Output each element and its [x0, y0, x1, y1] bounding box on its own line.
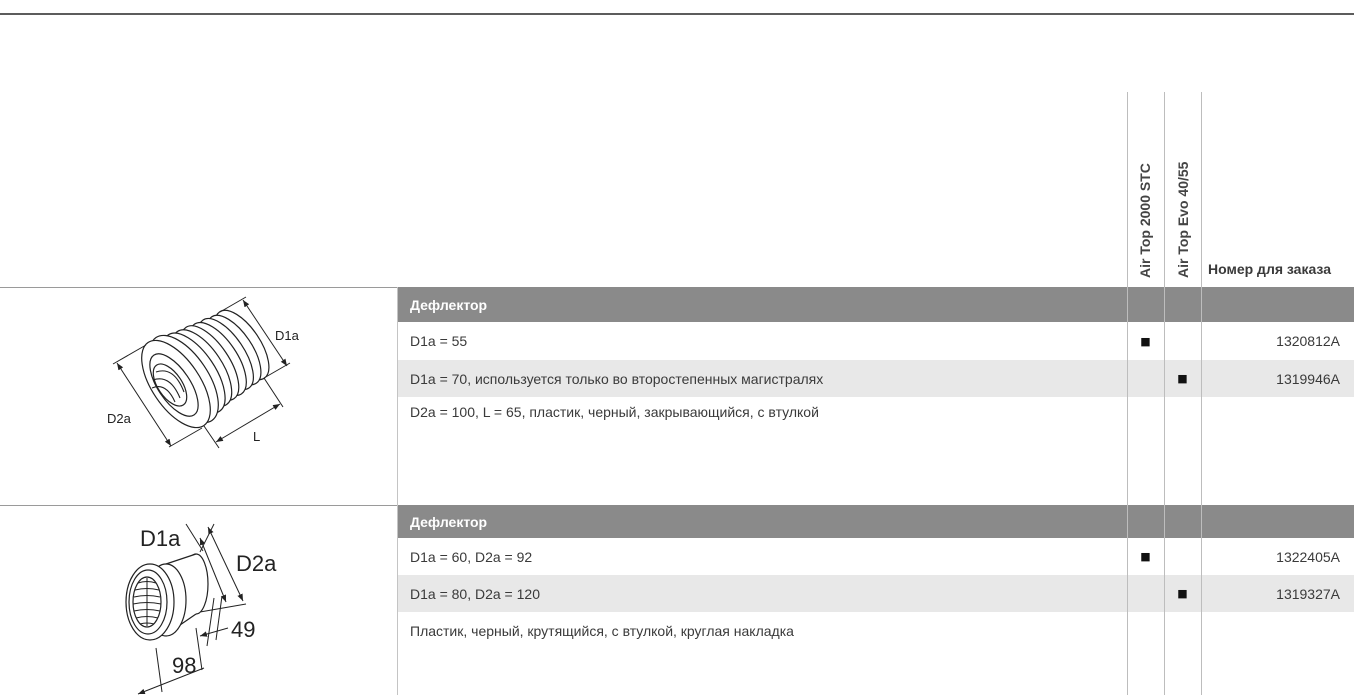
- deflector-rotating-drawing: D1a D2a 49 98: [125, 523, 277, 695]
- column-header-air-top-evo-40-55: Air Top Evo 40/55: [1175, 161, 1191, 278]
- dimension-label-l: L: [253, 429, 260, 444]
- table-row: D1a = 70, используется только во второст…: [397, 360, 1354, 397]
- section-header: Дефлектор: [397, 287, 1354, 322]
- compatibility-mark-air-top-2000-stc: [1127, 575, 1164, 612]
- row-description: D1a = 80, D2a = 120: [410, 585, 540, 602]
- order-number: 1319327A: [1276, 585, 1340, 602]
- deflector-closable-drawing: D1a D2a L: [107, 296, 300, 449]
- product-note: D2a = 100, L = 65, пластик, черный, закр…: [397, 397, 1354, 505]
- compatibility-mark-air-top-2000-stc: [1127, 360, 1164, 397]
- column-divider: [1201, 92, 1202, 695]
- dimension-label-d1a: D1a: [140, 526, 181, 551]
- order-number: 1319946A: [1276, 370, 1340, 387]
- product-note-text: Пластик, черный, крутящийся, с втулкой, …: [410, 623, 794, 639]
- top-rule: [0, 13, 1354, 15]
- dimension-label-d1a: D1a: [275, 328, 300, 343]
- compatibility-mark-air-top-evo-40-55: ■: [1177, 587, 1188, 600]
- table-row: D1a = 80, D2a = 120 ■ 1319327A: [397, 575, 1354, 612]
- row-description: D1a = 55: [410, 333, 468, 349]
- section-title: Дефлектор: [410, 513, 488, 530]
- row-description: D1a = 70, используется только во второст…: [410, 370, 824, 387]
- column-header-order-number: Номер для заказа: [1208, 261, 1331, 277]
- section-title: Дефлектор: [410, 296, 488, 313]
- deflector-face: [125, 563, 175, 641]
- dimension-label-49: 49: [231, 617, 255, 642]
- compatibility-mark-air-top-2000-stc: ■: [1140, 334, 1151, 348]
- product-note: Пластик, черный, крутящийся, с втулкой, …: [397, 612, 1354, 695]
- row-description: D1a = 60, D2a = 92: [410, 548, 533, 565]
- table-row: D1a = 60, D2a = 92 ■ 1322405A: [397, 538, 1354, 575]
- dimension-label-98: 98: [172, 653, 196, 678]
- table-left-border: [397, 287, 398, 695]
- section-header: Дефлектор: [397, 505, 1354, 538]
- order-number: 1322405A: [1276, 548, 1340, 565]
- compatibility-mark-air-top-2000-stc: ■: [1140, 550, 1151, 563]
- section-divider: [0, 287, 397, 288]
- section-divider: [0, 505, 397, 506]
- compatibility-mark-air-top-evo-40-55: [1164, 322, 1201, 360]
- column-divider: [1127, 92, 1128, 695]
- product-note-text: D2a = 100, L = 65, пластик, черный, закр…: [410, 404, 819, 420]
- dimension-label-d2a: D2a: [236, 551, 277, 576]
- column-header-air-top-2000-stc: Air Top 2000 STC: [1137, 163, 1153, 278]
- column-divider: [1164, 92, 1165, 695]
- compatibility-mark-air-top-evo-40-55: ■: [1177, 372, 1188, 385]
- order-number: 1320812A: [1276, 333, 1340, 349]
- dimension-label-d2a: D2a: [107, 411, 132, 426]
- table-row: D1a = 55 ■ 1320812A: [397, 322, 1354, 360]
- compatibility-mark-air-top-evo-40-55: [1164, 538, 1201, 575]
